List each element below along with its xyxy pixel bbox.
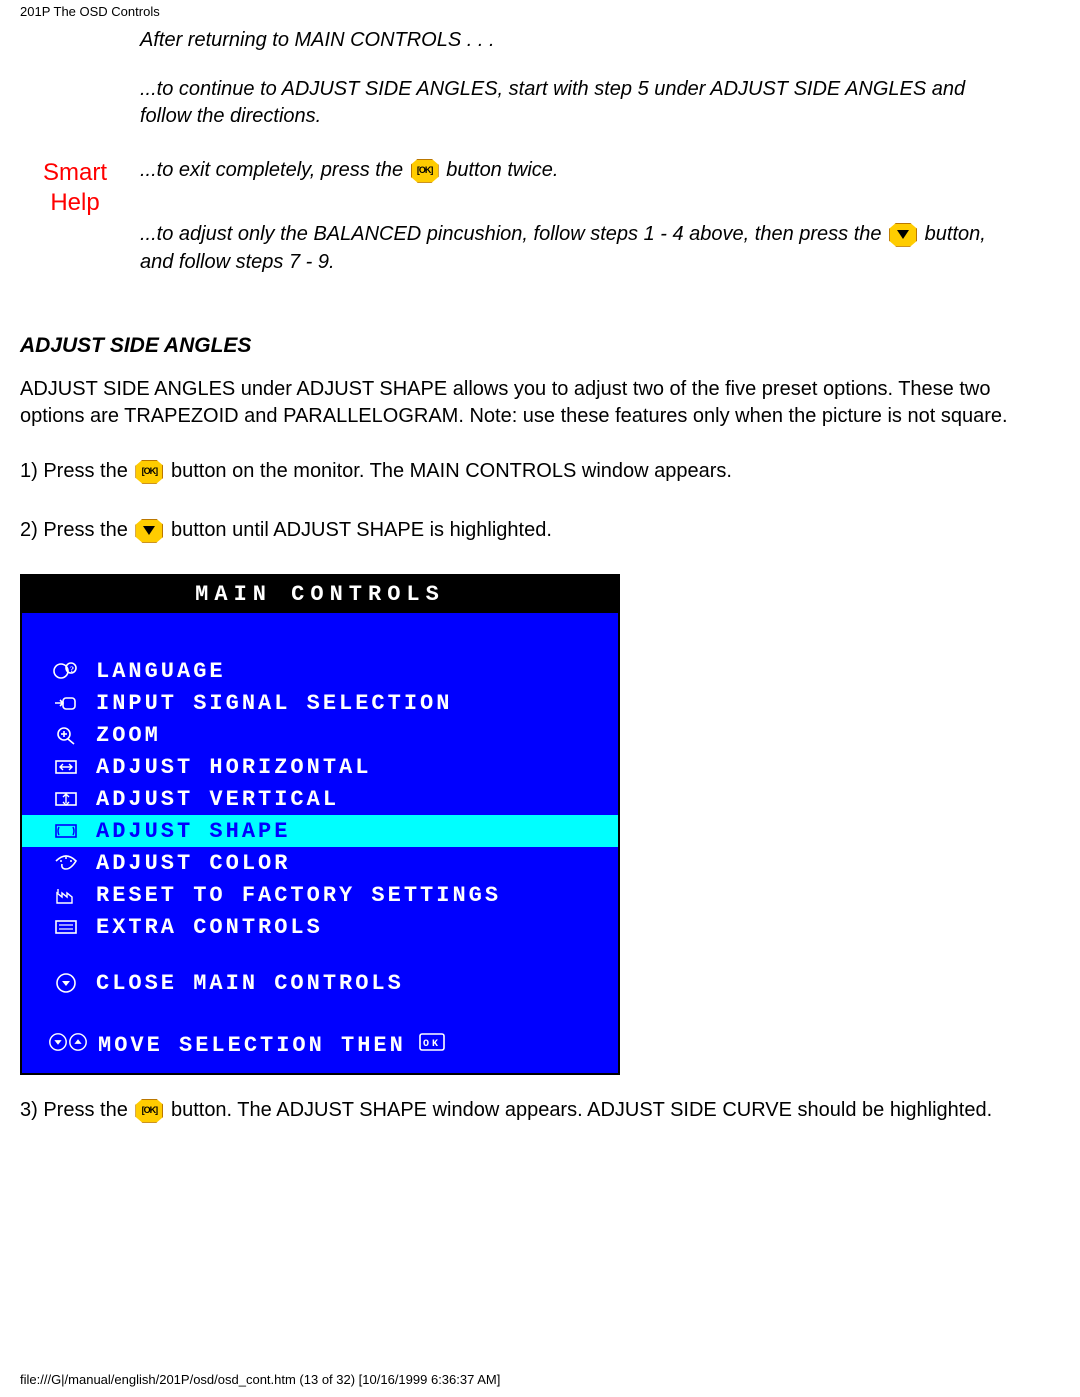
ok-button-icon: [OK]	[135, 1099, 163, 1123]
osd-item-label: RESET TO FACTORY SETTINGS	[84, 883, 501, 908]
close-down-icon	[48, 972, 84, 994]
smart-help-row-exit: ...to exit completely, press the [OK] bu…	[140, 156, 1020, 184]
osd-item-label: ADJUST HORIZONTAL	[84, 755, 371, 780]
down-arrow-icon	[135, 519, 163, 543]
smart-help-row-balanced: ...to adjust only the BALANCED pincushio…	[140, 220, 1020, 276]
intro-block: After returning to MAIN CONTROLS . . . .…	[140, 27, 1020, 130]
intro-line-2: ...to continue to ADJUST SIDE ANGLES, st…	[140, 76, 1020, 130]
step3-suffix: button. The ADJUST SHAPE window appears.…	[171, 1099, 992, 1121]
osd-item-adjust-vertical[interactable]: ADJUST VERTICAL	[22, 783, 618, 815]
smart-help-label: Smart Help	[0, 156, 140, 218]
svg-text:OK: OK	[423, 1039, 441, 1050]
section-heading: ADJUST SIDE ANGLES	[20, 334, 1060, 358]
color-icon	[48, 853, 84, 873]
ok-button-icon: [OK]	[411, 159, 439, 183]
exit-suffix: button twice.	[446, 159, 558, 181]
osd-item-input-signal[interactable]: INPUT SIGNAL SELECTION	[22, 687, 618, 719]
osd-item-language[interactable]: ? LANGUAGE	[22, 655, 618, 687]
extra-controls-icon	[48, 917, 84, 937]
smart-help-word-2: Help	[10, 188, 140, 218]
osd-item-label: ADJUST VERTICAL	[84, 787, 339, 812]
osd-footer: MOVE SELECTION THEN OK	[22, 1023, 618, 1067]
section-intro: ADJUST SIDE ANGLES under ADJUST SHAPE al…	[20, 376, 1060, 430]
vertical-icon	[48, 789, 84, 809]
osd-item-label: INPUT SIGNAL SELECTION	[84, 691, 452, 716]
osd-item-label: ZOOM	[84, 723, 161, 748]
smart-help-word-1: Smart	[10, 158, 140, 188]
step2-prefix: 2) Press the	[20, 519, 133, 541]
exit-prefix: ...to exit completely, press the	[140, 159, 409, 181]
osd-item-adjust-horizontal[interactable]: ADJUST HORIZONTAL	[22, 751, 618, 783]
svg-text:?: ?	[70, 665, 77, 674]
factory-icon	[48, 885, 84, 905]
ok-confirm-icon: OK	[418, 1032, 446, 1059]
step1-prefix: 1) Press the	[20, 460, 133, 482]
osd-item-label: EXTRA CONTROLS	[84, 915, 323, 940]
shape-icon	[48, 821, 84, 841]
osd-item-extra-controls[interactable]: EXTRA CONTROLS	[22, 911, 618, 943]
osd-item-label: LANGUAGE	[84, 659, 226, 684]
ok-button-icon: [OK]	[135, 460, 163, 484]
input-signal-icon	[48, 693, 84, 713]
intro-line-1: After returning to MAIN CONTROLS . . .	[140, 27, 1020, 54]
osd-item-adjust-color[interactable]: ADJUST COLOR	[22, 847, 618, 879]
osd-main-controls: MAIN CONTROLS ? LANGUAGE INPUT SIGNAL SE…	[20, 574, 620, 1075]
osd-title: MAIN CONTROLS	[22, 576, 618, 613]
horizontal-icon	[48, 757, 84, 777]
osd-close-label: CLOSE MAIN CONTROLS	[84, 971, 404, 996]
page-header: 201P The OSD Controls	[0, 0, 1080, 27]
osd-close[interactable]: CLOSE MAIN CONTROLS	[22, 967, 618, 999]
step2-suffix: button until ADJUST SHAPE is highlighted…	[171, 519, 552, 541]
language-icon: ?	[48, 661, 84, 681]
down-arrow-icon	[889, 223, 917, 247]
page-footer: file:///G|/manual/english/201P/osd/osd_c…	[20, 1372, 500, 1387]
osd-item-zoom[interactable]: ZOOM	[22, 719, 618, 751]
step-2: 2) Press the button until ADJUST SHAPE i…	[20, 515, 1060, 546]
osd-item-label: ADJUST COLOR	[84, 851, 290, 876]
osd-item-adjust-shape[interactable]: ADJUST SHAPE	[22, 815, 618, 847]
nav-up-icon	[68, 1031, 88, 1060]
step-1: 1) Press the [OK] button on the monitor.…	[20, 456, 1060, 487]
nav-down-icon	[48, 1031, 68, 1060]
step3-prefix: 3) Press the	[20, 1099, 133, 1121]
step-3: 3) Press the [OK] button. The ADJUST SHA…	[20, 1095, 1060, 1126]
osd-footer-text: MOVE SELECTION THEN	[98, 1033, 406, 1058]
osd-item-label: ADJUST SHAPE	[84, 819, 290, 844]
balanced-prefix: ...to adjust only the BALANCED pincushio…	[140, 223, 887, 245]
smart-help-block: Smart Help ...to exit completely, press …	[0, 156, 1080, 276]
step1-suffix: button on the monitor. The MAIN CONTROLS…	[171, 460, 732, 482]
osd-item-reset-factory[interactable]: RESET TO FACTORY SETTINGS	[22, 879, 618, 911]
zoom-icon	[48, 725, 84, 745]
